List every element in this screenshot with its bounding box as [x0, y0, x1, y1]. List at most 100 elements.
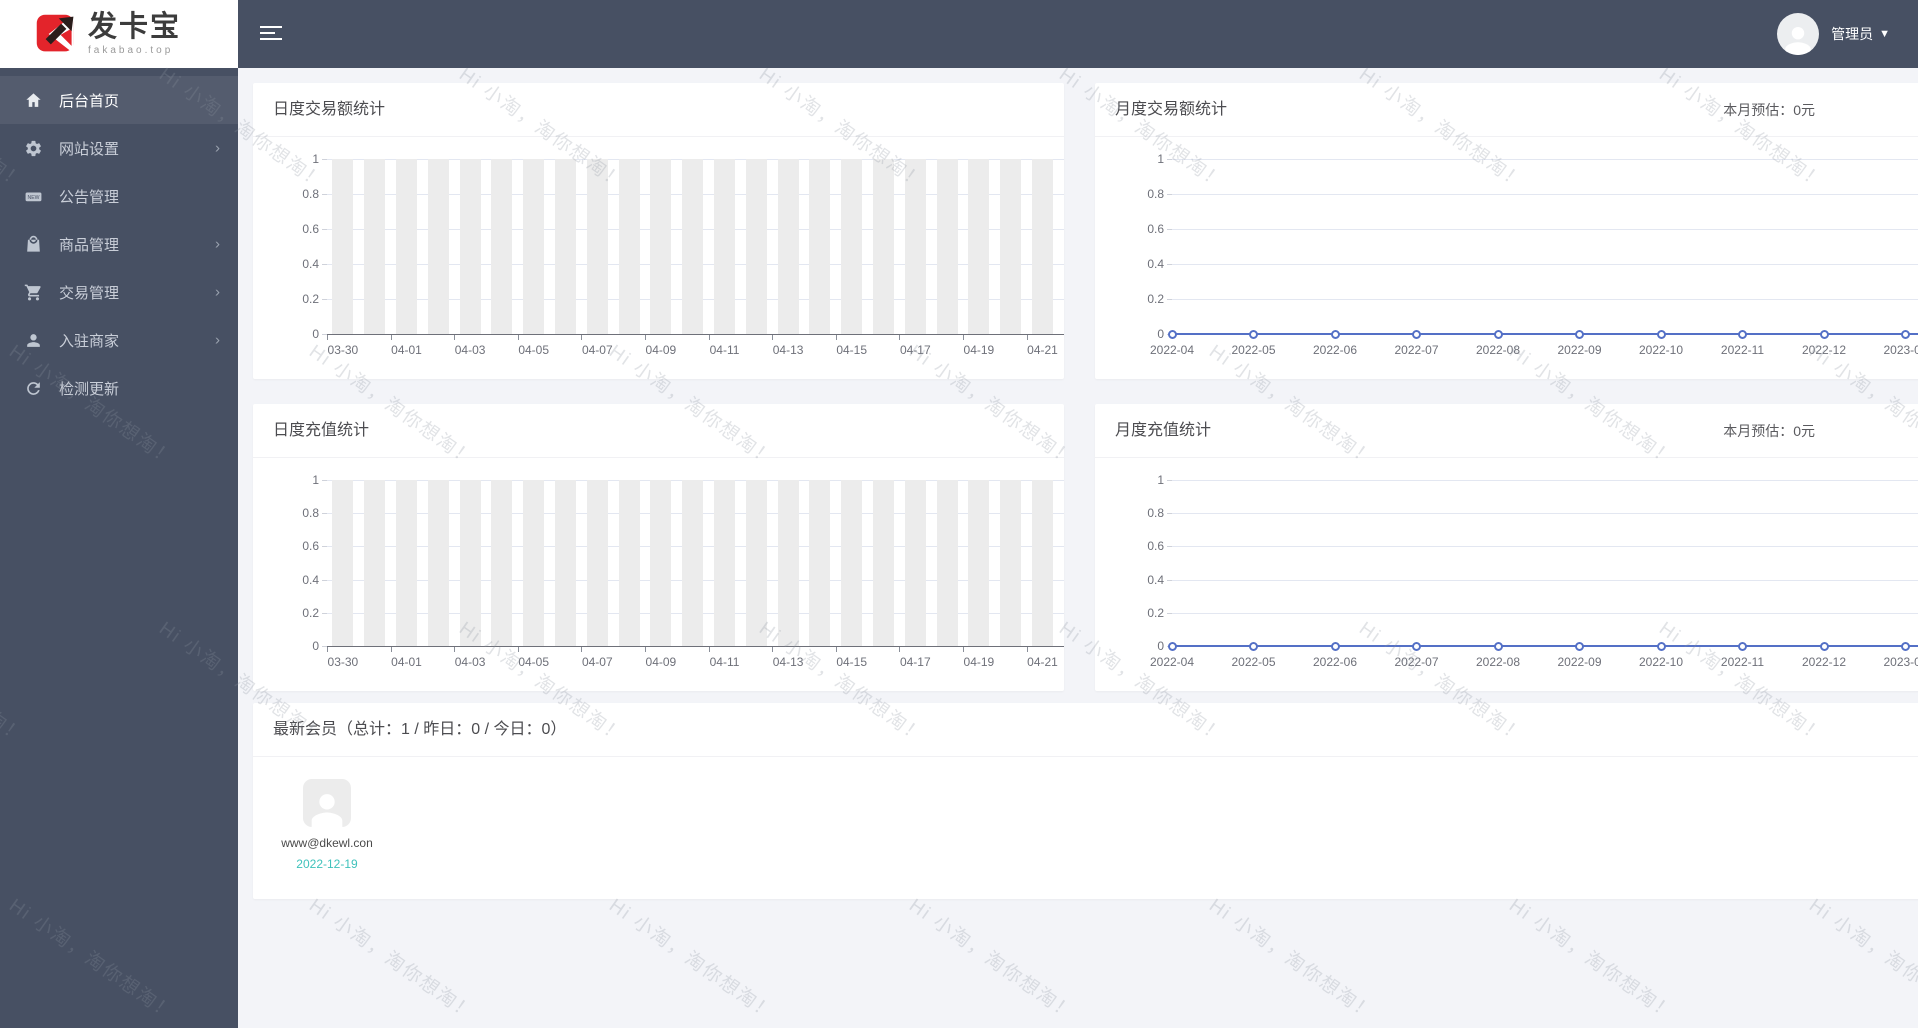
data-point-marker: [1738, 641, 1747, 651]
y-tick-label: 0: [312, 639, 319, 653]
x-tick-label: 04-21: [1027, 343, 1058, 357]
bar-background-band: [682, 480, 704, 646]
gear-icon: [24, 139, 43, 158]
merchant-person-icon: [24, 331, 43, 350]
x-tick-label: 2023-01: [1883, 655, 1918, 669]
x-tick-label: 04-21: [1027, 655, 1058, 669]
bar-background-band: [904, 480, 926, 646]
card-title: 月度交易额统计: [1115, 101, 1228, 118]
sidebar-item-products[interactable]: 商品管理 ›: [0, 220, 238, 268]
chevron-right-icon: ›: [215, 139, 220, 157]
bar-background-band: [745, 159, 767, 334]
data-point-marker: [1656, 641, 1666, 651]
y-tick-label: 0.6: [1147, 222, 1164, 236]
bar-background-band: [396, 159, 417, 334]
x-tick-label: 04-01: [391, 343, 422, 357]
y-tick-label: 0.2: [302, 605, 319, 620]
member-avatar: [303, 779, 351, 827]
user-menu[interactable]: 管理员 ▼: [1777, 0, 1890, 68]
card-header: 月度充值统计 本月预估：0元: [1095, 404, 1918, 458]
bar-background-band: [841, 159, 863, 334]
sidebar-item-label: 检测更新: [59, 380, 120, 398]
y-tick-label: 0.2: [302, 292, 319, 306]
chevron-right-icon: ›: [215, 283, 220, 301]
x-tick-label: 03-30: [327, 655, 359, 669]
sidebar-item-check-update[interactable]: 检测更新: [0, 364, 238, 412]
card-header: 最新会员（总计：1 / 昨日：0 / 今日：0）: [253, 703, 1918, 757]
x-tick-label: 2022-10: [1638, 655, 1684, 669]
bar-background-band: [586, 159, 608, 334]
x-tick-label: 04-11: [709, 343, 740, 357]
x-tick-label: 2022-09: [1557, 655, 1602, 669]
x-tick-label: 04-13: [772, 655, 804, 669]
bar-background-band: [1000, 159, 1022, 334]
sidebar: 发卡宝 fakabao.top 后台首页 网站设置 › NEW 公告管理 商品管…: [0, 0, 238, 1028]
hamburger-menu-icon[interactable]: [260, 26, 282, 42]
x-tick-label: 04-09: [645, 343, 677, 357]
user-name: 管理员: [1831, 26, 1874, 42]
data-point-marker: [1656, 329, 1666, 339]
card-daily-recharge: 日度充值统计 0 0.2 0.4 0.6 0.8 1 03-30 04-01 04-03 04-0…: [253, 404, 1064, 691]
y-tick-label: 0.6: [302, 222, 319, 236]
y-tick-label: 1: [1157, 152, 1164, 166]
bar-background-band: [841, 480, 863, 646]
y-tick-label: 0: [1157, 327, 1164, 341]
x-tick-label: 04-19: [963, 655, 995, 669]
x-tick-label: 03-30: [327, 343, 359, 357]
bar-background-band: [1032, 480, 1053, 646]
x-tick-label: 2022-08: [1475, 655, 1521, 669]
card-latest-members: 最新会员（总计：1 / 昨日：0 / 今日：0） www@dkewl.con 2…: [253, 703, 1918, 899]
chevron-down-icon: ▼: [1879, 28, 1890, 40]
bar-background-band: [523, 480, 545, 646]
x-tick-label: 2022-07: [1394, 655, 1439, 669]
card-monthly-trade: 月度交易额统计 本月预估：0元 0 0.2 0.4 0.6 0.8 1 2022-04 202…: [1095, 83, 1918, 379]
logo-icon: [36, 14, 74, 54]
sidebar-item-label: 后台首页: [59, 92, 120, 110]
bar-background-band: [459, 159, 481, 334]
sidebar-item-announcements[interactable]: NEW 公告管理: [0, 172, 238, 220]
logo-subtitle: fakabao.top: [88, 44, 174, 56]
x-tick-label: 2022-10: [1638, 343, 1684, 357]
cart-icon: [24, 283, 43, 302]
bag-icon: [24, 235, 43, 254]
x-tick-label: 04-15: [836, 655, 868, 669]
member-register-date: 2022-12-19: [296, 857, 358, 871]
logo[interactable]: 发卡宝 fakabao.top: [0, 0, 238, 68]
main-content: 日度交易额统计 0 0.2 0.4 0.6 0.8 1 03-30 04-01 04-03 04-…: [238, 68, 1918, 1028]
sidebar-item-dashboard[interactable]: 后台首页: [0, 76, 238, 124]
sidebar-item-site-settings[interactable]: 网站设置 ›: [0, 124, 238, 172]
x-tick-label: 04-07: [581, 343, 613, 357]
x-tick-label: 04-01: [391, 655, 422, 669]
bar-background-band: [364, 480, 386, 646]
announcement-new-icon: NEW: [24, 187, 43, 206]
data-point-marker: [1901, 329, 1910, 339]
x-tick-label: 2022-12: [1801, 655, 1847, 669]
card-title: 日度交易额统计: [273, 101, 386, 118]
data-point-marker: [1819, 329, 1829, 339]
x-tick-label: 04-11: [709, 655, 740, 669]
data-point-marker: [1249, 329, 1258, 339]
x-tick-label: 2022-11: [1720, 655, 1765, 669]
x-tick-label: 04-07: [581, 655, 613, 669]
y-tick-label: 0.8: [302, 506, 319, 521]
x-tick-label: 04-03: [454, 655, 486, 669]
bar-background-band: [777, 480, 799, 646]
data-point-marker: [1819, 641, 1829, 651]
y-tick-label: 0.8: [1147, 506, 1164, 521]
data-point-marker: [1575, 641, 1584, 651]
bar-background-band: [427, 159, 449, 334]
y-tick-label: 1: [312, 152, 319, 166]
member-list-item[interactable]: www@dkewl.con 2022-12-19: [281, 779, 373, 871]
x-tick-label: 2022-06: [1312, 655, 1358, 669]
bar-background-band: [555, 480, 576, 646]
sidebar-item-trades[interactable]: 交易管理 ›: [0, 268, 238, 316]
x-tick-label: 2022-11: [1720, 343, 1765, 357]
card-daily-trade: 日度交易额统计 0 0.2 0.4 0.6 0.8 1 03-30 04-01 04-03 04-…: [253, 83, 1064, 379]
sidebar-menu: 后台首页 网站设置 › NEW 公告管理 商品管理 › 交易管理 › 入驻商家 …: [0, 68, 238, 412]
x-tick-label: 04-15: [836, 343, 868, 357]
bar-background-band: [650, 480, 672, 646]
bar-background-band: [777, 159, 799, 334]
x-tick-label: 2022-04: [1149, 655, 1195, 669]
bar-background-band: [1032, 159, 1053, 334]
sidebar-item-merchants[interactable]: 入驻商家 ›: [0, 316, 238, 364]
